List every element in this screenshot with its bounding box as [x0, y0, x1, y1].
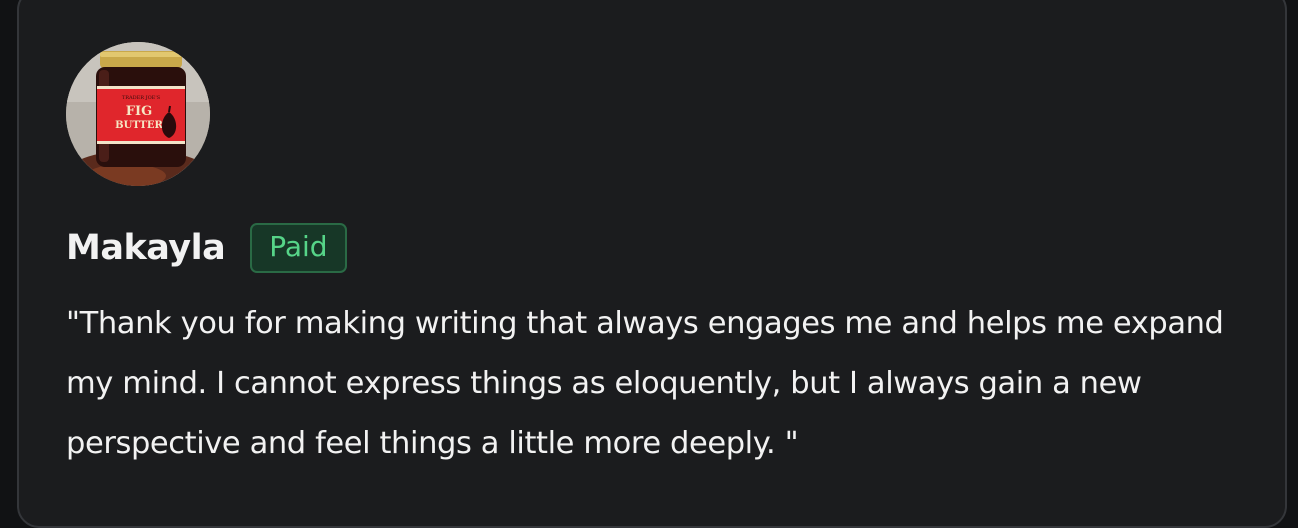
- jar-label-fig: FIG: [126, 104, 152, 119]
- author-name[interactable]: Makayla: [66, 226, 226, 270]
- testimonial-card: TRADER JOE'S FIG BUTTER Makayla Paid "Th…: [17, 0, 1287, 528]
- jar-label-butter: BUTTER: [115, 120, 163, 131]
- paid-badge: Paid: [250, 223, 347, 273]
- testimonial-quote: "Thank you for making writing that alway…: [66, 306, 1224, 461]
- fig-butter-jar-icon: TRADER JOE'S FIG BUTTER: [66, 42, 210, 186]
- testimonial-header: Makayla Paid: [66, 223, 347, 273]
- jar-label-brand: TRADER JOE'S: [122, 95, 161, 101]
- avatar[interactable]: TRADER JOE'S FIG BUTTER: [66, 42, 210, 186]
